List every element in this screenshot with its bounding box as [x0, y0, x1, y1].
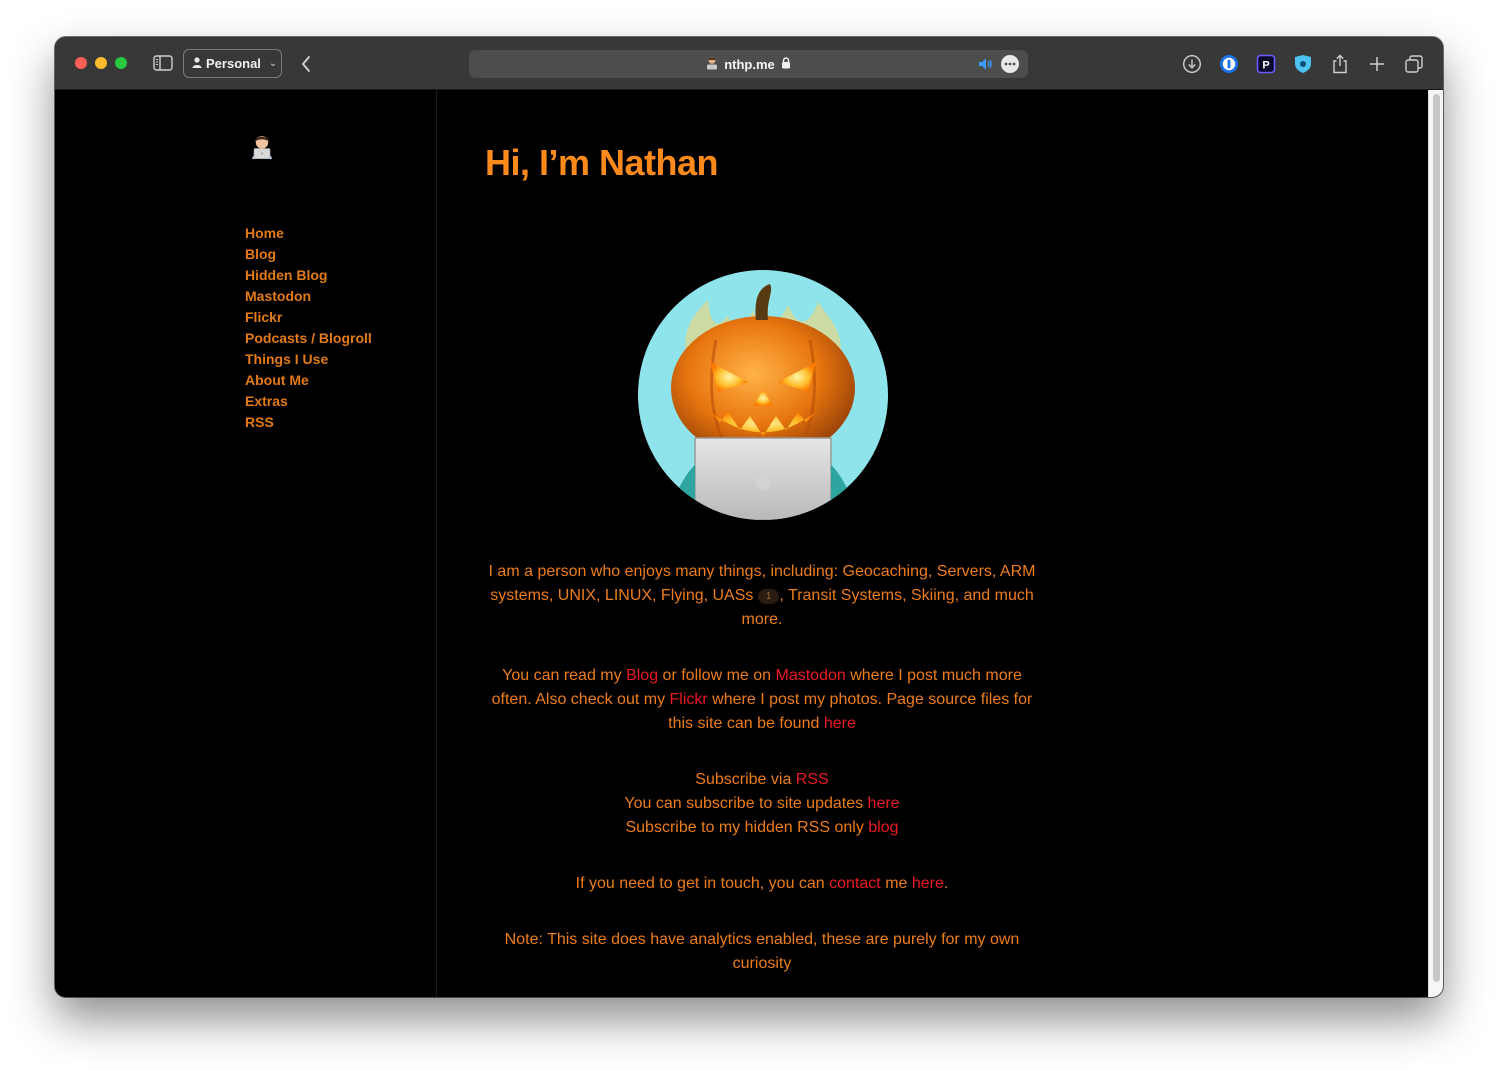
read-text-2: or follow me on [658, 667, 776, 684]
read-text-1: You can read my [502, 667, 627, 684]
subscribe-line-hidden: Subscribe to my hidden RSS only blog [485, 816, 1039, 840]
subscribe-text-3: Subscribe to my hidden RSS only [625, 819, 869, 836]
tabs-icon[interactable] [1403, 53, 1425, 75]
rss-link[interactable]: RSS [796, 771, 829, 788]
ellipsis-icon[interactable] [1001, 55, 1019, 73]
site-sidebar: Home Blog Hidden Blog Mastodon Flickr Po… [55, 90, 437, 997]
profile-label: Personal [206, 56, 261, 71]
nav-podcasts-blogroll[interactable]: Podcasts / Blogroll [245, 330, 372, 346]
minimize-window-button[interactable] [95, 57, 107, 69]
sidebar-toggle-icon[interactable] [152, 54, 174, 72]
person-icon [192, 56, 202, 71]
nav-about-me[interactable]: About Me [245, 372, 309, 388]
page-scrollbar[interactable] [1428, 90, 1443, 997]
nav-blog[interactable]: Blog [245, 246, 276, 262]
speaker-icon[interactable] [977, 56, 993, 72]
toolbar-right-actions: P [1181, 52, 1425, 76]
page-title: Hi, I’m Nathan [485, 142, 719, 183]
source-link[interactable]: here [824, 715, 856, 732]
nav-hidden-blog[interactable]: Hidden Blog [245, 267, 327, 283]
contact-here-link[interactable]: here [912, 875, 944, 892]
nav-flickr[interactable]: Flickr [245, 309, 282, 325]
plus-icon[interactable] [1366, 53, 1388, 75]
nav-things-i-use[interactable]: Things I Use [245, 351, 328, 367]
close-window-button[interactable] [75, 57, 87, 69]
intro-text-after: , Transit Systems, Skiing, and much more… [741, 587, 1034, 628]
back-chevron-icon[interactable] [295, 53, 317, 75]
browser-window: Personal ⌄ nthp.me P Home Blog Hidden Bl… [55, 37, 1443, 997]
avatar[interactable] [249, 130, 275, 160]
contact-text-2: me [880, 875, 912, 892]
extension-p-icon[interactable]: P [1255, 53, 1277, 75]
contact-text-3: . [943, 875, 949, 892]
extension-shield-icon[interactable] [1292, 53, 1314, 75]
browser-toolbar: Personal ⌄ nthp.me P [55, 37, 1443, 90]
page-content: Home Blog Hidden Blog Mastodon Flickr Po… [55, 90, 1428, 997]
share-icon[interactable] [1329, 53, 1351, 75]
profile-switcher[interactable]: Personal ⌄ [183, 49, 282, 78]
scrollbar-thumb[interactable] [1433, 94, 1440, 982]
site-nav: Home Blog Hidden Blog Mastodon Flickr Po… [245, 223, 372, 433]
site-updates-link[interactable]: here [868, 795, 900, 812]
read-paragraph: You can read my Blog or follow me on Mas… [485, 664, 1039, 736]
contact-link[interactable]: contact [829, 875, 881, 892]
nav-home[interactable]: Home [245, 225, 284, 241]
address-bar[interactable]: nthp.me [469, 50, 1028, 78]
mastodon-link[interactable]: Mastodon [776, 667, 846, 684]
url-host: nthp.me [724, 56, 775, 72]
download-icon[interactable] [1181, 53, 1203, 75]
subscribe-line-rss: Subscribe via RSS [485, 768, 1039, 792]
subscribe-text-2: You can subscribe to site updates [624, 795, 868, 812]
password-manager-icon[interactable] [1218, 53, 1240, 75]
nav-extras[interactable]: Extras [245, 393, 288, 409]
site-favicon [706, 56, 718, 73]
intro-paragraph: I am a person who enjoys many things, in… [485, 560, 1039, 632]
flickr-link[interactable]: Flickr [670, 691, 708, 708]
zoom-window-button[interactable] [115, 57, 127, 69]
contact-paragraph: If you need to get in touch, you can con… [485, 872, 1039, 896]
subscribe-line-updates: You can subscribe to site updates here [485, 792, 1039, 816]
chevron-down-icon: ⌄ [268, 58, 278, 69]
blog-link[interactable]: Blog [626, 667, 658, 684]
profile-image [638, 270, 888, 520]
nav-rss[interactable]: RSS [245, 414, 274, 430]
nav-mastodon[interactable]: Mastodon [245, 288, 311, 304]
hidden-blog-link[interactable]: blog [868, 819, 898, 836]
lock-icon [781, 56, 791, 72]
subscribe-block: Subscribe via RSS You can subscribe to s… [485, 768, 1039, 840]
analytics-note: Note: This site does have analytics enab… [504, 931, 1020, 972]
extension-p-label: P [1262, 59, 1269, 71]
contact-text-1: If you need to get in touch, you can [575, 875, 830, 892]
subscribe-text-1: Subscribe via [695, 771, 796, 788]
footnote-ref[interactable]: 1 [757, 589, 780, 604]
